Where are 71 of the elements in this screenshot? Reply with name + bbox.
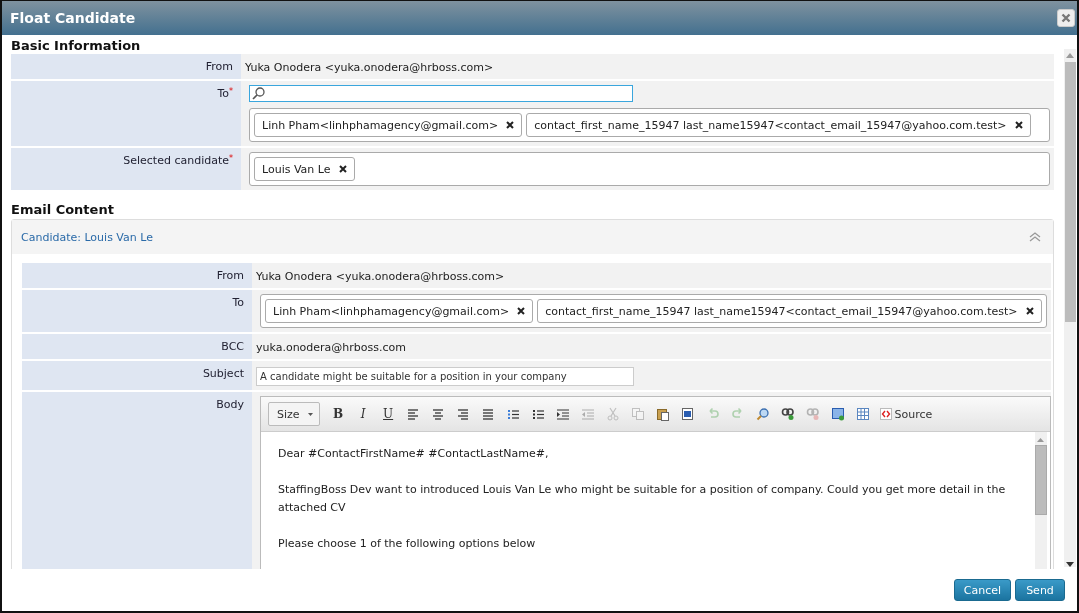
outdent-icon (581, 407, 596, 421)
image-icon (831, 407, 846, 421)
remove-icon[interactable] (1025, 307, 1034, 315)
code-icon (879, 408, 892, 420)
source-button[interactable]: Source (875, 402, 937, 426)
section-heading: Email Content (11, 201, 115, 218)
section-heading: Basic Information (11, 37, 142, 54)
caret-icon (307, 412, 313, 416)
remove-icon[interactable] (338, 165, 347, 173)
size-dropdown[interactable]: Size (268, 402, 320, 426)
field-label: Selected candidate* (11, 148, 241, 190)
scroll-thumb[interactable] (1064, 62, 1076, 322)
bold-button[interactable]: B (325, 402, 351, 426)
body-paragraph: Dear #ContactFirstName# #ContactLastName#, (278, 446, 550, 462)
recipient-tag[interactable]: contact_first_name_15947 last_name15947<contact_email_15947@yahoo.com.test> (537, 299, 1042, 323)
unlink-icon (806, 407, 821, 421)
paste-word-icon (681, 407, 696, 421)
undo-icon (706, 407, 721, 421)
scrollbar[interactable] (1064, 49, 1076, 567)
scroll-up-icon[interactable] (1037, 438, 1045, 442)
italic-button[interactable]: I (350, 402, 376, 426)
remove-icon[interactable] (506, 121, 515, 129)
numbers-icon (531, 407, 546, 421)
table-icon (856, 407, 871, 421)
cut-icon (606, 407, 621, 421)
field-label: From (11, 54, 241, 79)
remove-icon[interactable] (1014, 121, 1023, 129)
align-right-icon (456, 407, 471, 421)
candidates-field[interactable]: Louis Van Le (249, 152, 1050, 186)
underline-button[interactable]: U (375, 402, 401, 426)
justify-icon (481, 407, 496, 421)
sender-text: Yuka Onodera <yuka.onodera@hrboss.com> (245, 60, 494, 74)
field-label: To* (11, 81, 241, 146)
indent-icon (556, 407, 571, 421)
recipients-field[interactable]: Linh Pham<linhphamagency@gmail.com> contact_first_name_15947 last_name15947<contact_email_15947@yahoo.com.test> (260, 294, 1047, 328)
align-center-icon (431, 407, 446, 421)
subject-field[interactable]: A candidate might be suitable for a position in your company (256, 367, 634, 386)
panel-title[interactable]: Candidate: Louis Van Le (21, 230, 153, 244)
field-label: Body (22, 392, 252, 569)
window-title: Float Candidate (10, 10, 136, 26)
field-label: Subject (22, 361, 252, 390)
field-label: From (22, 263, 252, 288)
link-icon (781, 407, 796, 421)
bcc-text: yuka.onodera@hrboss.com (256, 340, 406, 354)
remove-icon[interactable] (517, 307, 526, 315)
send-button[interactable]: Send (1015, 579, 1065, 601)
collapse-icon[interactable] (1029, 232, 1041, 242)
cancel-button[interactable]: Cancel (953, 579, 1011, 601)
sender-text: Yuka Onodera <yuka.onodera@hrboss.com> (256, 269, 505, 283)
field-label: BCC (22, 334, 252, 359)
search-field[interactable] (249, 85, 633, 102)
bullets-icon (506, 407, 521, 421)
body-paragraph: StaffingBoss Dev want to introduced Louis Van Le who might be suitable for a position of company. Could you get more detail in the attached CV (278, 482, 1007, 516)
scroll-thumb[interactable] (1034, 445, 1047, 515)
scroll-up-icon[interactable] (1066, 53, 1074, 58)
recipient-tag[interactable]: Linh Pham<linhphamagency@gmail.com> (254, 113, 523, 137)
align-left-icon (406, 407, 421, 421)
candidate-tag[interactable]: Louis Van Le (254, 157, 355, 181)
close-button[interactable] (1057, 9, 1075, 27)
editor-scrollbar[interactable] (1034, 432, 1047, 569)
find-icon (756, 407, 771, 421)
recipients-field[interactable]: Linh Pham<linhphamagency@gmail.com> contact_first_name_15947 last_name15947<contact_email_15947@yahoo.com.test> (249, 108, 1050, 142)
recipient-tag[interactable]: contact_first_name_15947 last_name15947<contact_email_15947@yahoo.com.test> (526, 113, 1031, 137)
body-paragraph: Please choose 1 of the following options below (278, 536, 537, 552)
search-icon (252, 87, 265, 100)
recipient-tag[interactable]: Linh Pham<linhphamagency@gmail.com> (265, 299, 534, 323)
scroll-down-icon[interactable] (1066, 562, 1074, 567)
close-icon (1061, 13, 1071, 23)
paste-icon (656, 407, 671, 421)
field-label: To (22, 290, 252, 332)
copy-icon (631, 407, 646, 421)
